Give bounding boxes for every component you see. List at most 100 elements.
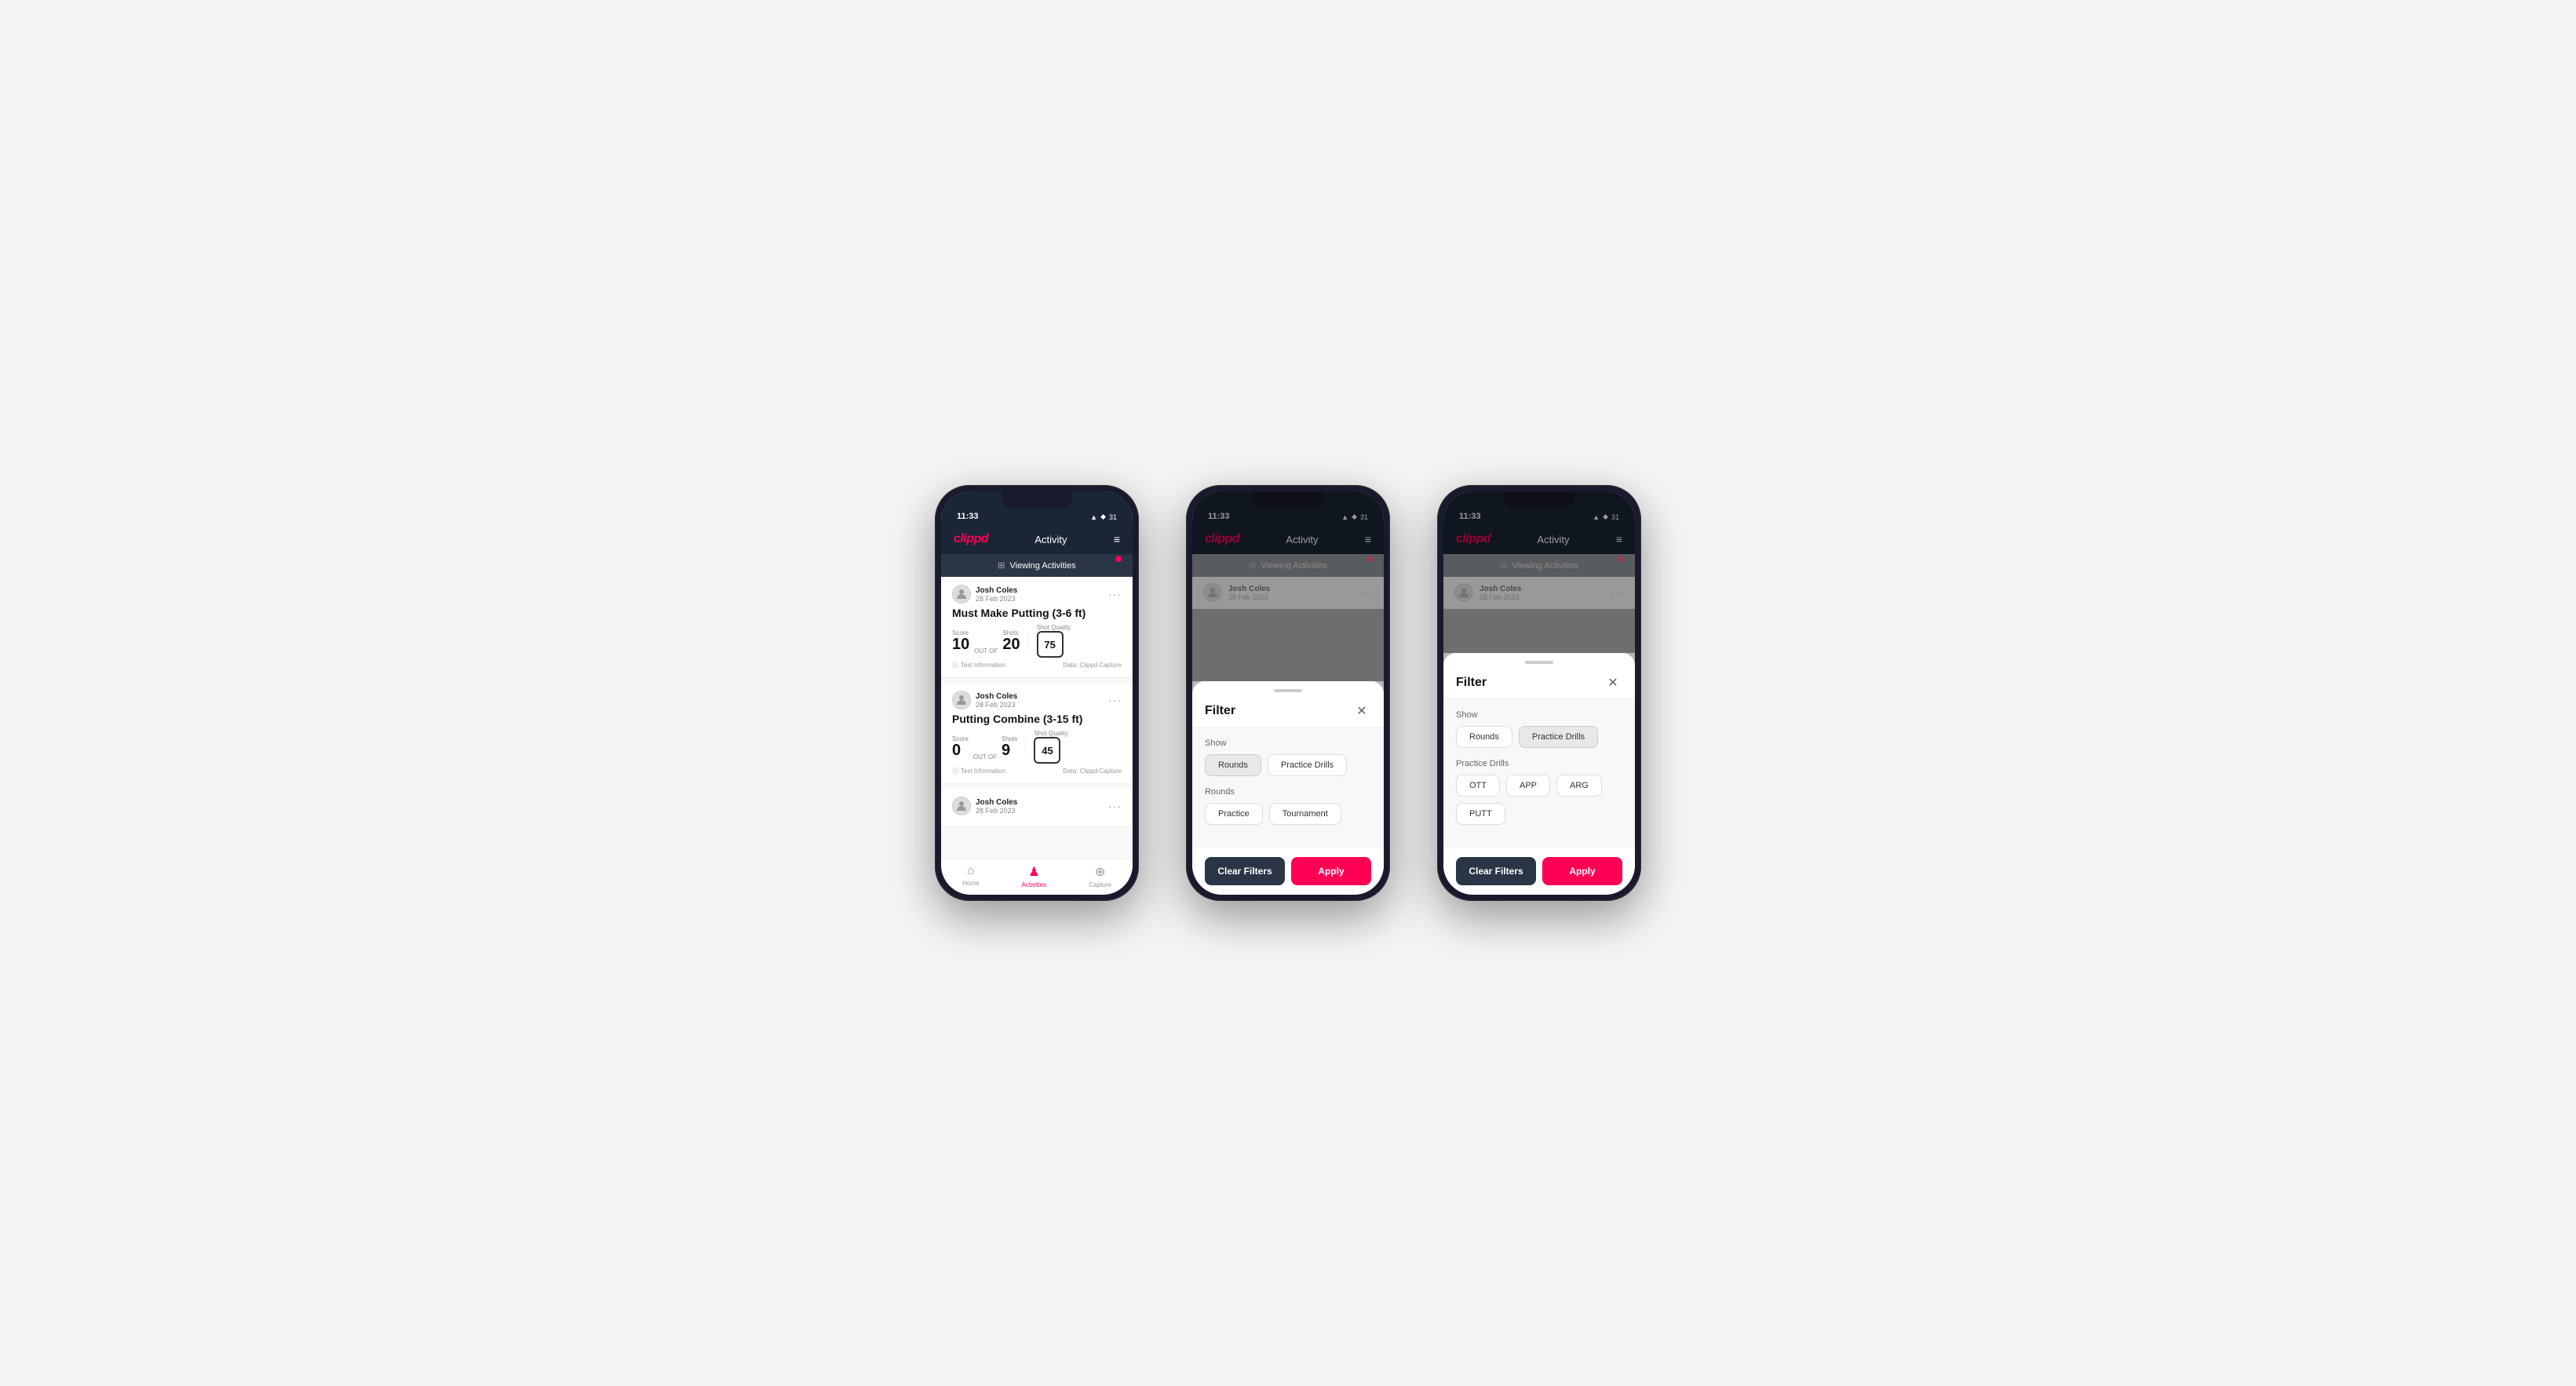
tab-activities[interactable]: ♟ Activities — [1022, 864, 1047, 888]
filter-ott-btn[interactable]: OTT — [1456, 775, 1500, 797]
filter-putt-btn[interactable]: PUTT — [1456, 803, 1505, 825]
shots-section-2: Shots 9 — [1002, 735, 1017, 758]
shot-quality-label-2: Shot Quality — [1034, 730, 1068, 737]
filter-backdrop-3[interactable] — [1443, 491, 1635, 653]
shot-quality-section: Shot Quality 75 — [1037, 624, 1071, 658]
filter-rounds-btn-3[interactable]: Rounds — [1456, 726, 1512, 748]
card-info-2: ⓘ Test Information — [952, 767, 1005, 775]
home-icon: ⌂ — [967, 864, 975, 878]
info-text: Test Information — [961, 662, 1005, 669]
viewing-bar-wrapper: ⊞ Viewing Activities — [941, 554, 1133, 577]
user-info: Josh Coles 28 Feb 2023 — [976, 586, 1017, 603]
tab-capture[interactable]: ⊕ Capture — [1089, 864, 1111, 888]
stat-divider-2 — [1025, 739, 1026, 755]
nav-logo: clippd — [954, 532, 988, 546]
notch — [1002, 491, 1072, 509]
phones-container: 11:33 ▲ ◆ 31 clippd Activity ≡ ⊞ — [935, 485, 1641, 901]
hamburger-menu-button[interactable]: ≡ — [1114, 533, 1120, 545]
activity-card-3: Josh Coles 28 Feb 2023 ··· — [941, 789, 1133, 827]
user-name: Josh Coles — [976, 586, 1017, 595]
rounds-section-label: Rounds — [1205, 787, 1371, 797]
shot-quality-section-2: Shot Quality 45 — [1034, 730, 1068, 764]
filter-body-2: Show Rounds Practice Drills Rounds Pract… — [1192, 728, 1384, 847]
apply-button-2[interactable]: Apply — [1291, 857, 1371, 885]
filter-close-button-2[interactable]: ✕ — [1352, 702, 1371, 720]
card-stats: Score 10 OUT OF Shots 20 Shot Quality — [952, 624, 1122, 658]
activity-card-2: Josh Coles 28 Feb 2023 ··· Putting Combi… — [941, 683, 1133, 784]
card-header-2: Josh Coles 28 Feb 2023 ··· — [952, 691, 1122, 709]
capture-icon: ⊕ — [1095, 864, 1105, 880]
activity-title: Must Make Putting (3-6 ft) — [952, 607, 1122, 619]
card-footer: ⓘ Test Information Data: Clippd Capture — [952, 661, 1122, 669]
user-date-3: 28 Feb 2023 — [976, 807, 1017, 815]
phone-3: 11:33 ▲ ◆ 31 clippd Activity ≡ ⊞ Viewing… — [1437, 485, 1641, 901]
activity-list: Josh Coles 28 Feb 2023 ··· Must Make Put… — [941, 577, 1133, 859]
user-name-3: Josh Coles — [976, 798, 1017, 807]
filter-sheet-2: Filter ✕ Show Rounds Practice Drills Rou… — [1192, 681, 1384, 895]
apply-button-3[interactable]: Apply — [1542, 857, 1622, 885]
wifi-icon: ◆ — [1100, 512, 1106, 521]
shots-value: 20 — [1002, 636, 1020, 652]
card-more-button-3[interactable]: ··· — [1108, 800, 1122, 812]
tab-activities-label: Activities — [1022, 881, 1047, 888]
info-icon: ⓘ — [952, 661, 958, 669]
user-avatar-3 — [952, 797, 971, 815]
rounds-options: Practice Tournament — [1205, 803, 1371, 825]
card-user: Josh Coles 28 Feb 2023 — [952, 585, 1017, 604]
filter-overlay-3: Filter ✕ Show Rounds Practice Drills Pra… — [1443, 491, 1635, 895]
shots-value-2: 9 — [1002, 742, 1017, 758]
out-of-label-2: OUT OF — [973, 753, 997, 764]
filter-icon: ⊞ — [998, 560, 1005, 571]
card-info: ⓘ Test Information — [952, 661, 1005, 669]
filter-title-3: Filter — [1456, 676, 1487, 690]
filter-practice-drills-btn-3[interactable]: Practice Drills — [1519, 726, 1598, 748]
tab-bar: ⌂ Home ♟ Activities ⊕ Capture — [941, 859, 1133, 895]
screen-content: ⊞ Viewing Activities — [941, 554, 1133, 859]
card-data-source-2: Data: Clippd Capture — [1063, 768, 1122, 775]
filter-header-2: Filter ✕ — [1192, 692, 1384, 728]
status-icons: ▲ ◆ 31 — [1090, 512, 1117, 521]
clear-filters-button-3[interactable]: Clear Filters — [1456, 857, 1536, 885]
filter-footer-3: Clear Filters Apply — [1443, 847, 1635, 895]
shots-section: Shots 20 — [1002, 629, 1020, 652]
filter-rounds-btn[interactable]: Rounds — [1205, 754, 1261, 776]
phone-3-screen: 11:33 ▲ ◆ 31 clippd Activity ≡ ⊞ Viewing… — [1443, 491, 1635, 895]
card-more-button-2[interactable]: ··· — [1108, 694, 1122, 706]
phone-1-screen: 11:33 ▲ ◆ 31 clippd Activity ≡ ⊞ — [941, 491, 1133, 895]
nav-title: Activity — [1034, 534, 1067, 545]
tab-capture-label: Capture — [1089, 881, 1111, 888]
filter-overlay-2: Filter ✕ Show Rounds Practice Drills Rou… — [1192, 491, 1384, 895]
card-more-button[interactable]: ··· — [1108, 588, 1122, 600]
stat-divider — [1028, 633, 1029, 649]
out-of-label: OUT OF — [974, 647, 998, 658]
phone-2: 11:33 ▲ ◆ 31 clippd Activity ≡ ⊞ Viewing… — [1186, 485, 1390, 901]
score-section-2: Score 0 — [952, 735, 969, 758]
filter-title-2: Filter — [1205, 704, 1235, 718]
card-stats-2: Score 0 OUT OF Shots 9 Shot Quality — [952, 730, 1122, 764]
nav-bar: clippd Activity ≡ — [941, 526, 1133, 554]
filter-practice-drills-btn[interactable]: Practice Drills — [1268, 754, 1347, 776]
filter-app-btn[interactable]: APP — [1506, 775, 1550, 797]
filter-close-button-3[interactable]: ✕ — [1604, 673, 1622, 692]
viewing-activities-text: Viewing Activities — [1010, 561, 1076, 571]
user-info-2: Josh Coles 28 Feb 2023 — [976, 692, 1017, 709]
phone-2-screen: 11:33 ▲ ◆ 31 clippd Activity ≡ ⊞ Viewing… — [1192, 491, 1384, 895]
card-header-3: Josh Coles 28 Feb 2023 ··· — [952, 797, 1122, 815]
clear-filters-button-2[interactable]: Clear Filters — [1205, 857, 1285, 885]
viewing-activities-bar[interactable]: ⊞ Viewing Activities — [941, 554, 1133, 577]
filter-tournament-btn[interactable]: Tournament — [1269, 803, 1341, 825]
filter-practice-round-btn[interactable]: Practice — [1205, 803, 1263, 825]
shot-quality-label: Shot Quality — [1037, 624, 1071, 631]
card-data-source: Data: Clippd Capture — [1063, 662, 1122, 669]
tab-home[interactable]: ⌂ Home — [962, 864, 979, 888]
card-user-3: Josh Coles 28 Feb 2023 — [952, 797, 1017, 815]
filter-arg-btn[interactable]: ARG — [1556, 775, 1602, 797]
filter-backdrop-2[interactable] — [1192, 491, 1384, 681]
info-icon-2: ⓘ — [952, 767, 958, 775]
user-avatar — [952, 585, 971, 604]
card-footer-2: ⓘ Test Information Data: Clippd Capture — [952, 767, 1122, 775]
shot-quality-badge-2: 45 — [1034, 737, 1060, 764]
tab-home-label: Home — [962, 880, 979, 887]
filter-header-3: Filter ✕ — [1443, 664, 1635, 699]
filter-active-indicator — [1115, 556, 1122, 562]
